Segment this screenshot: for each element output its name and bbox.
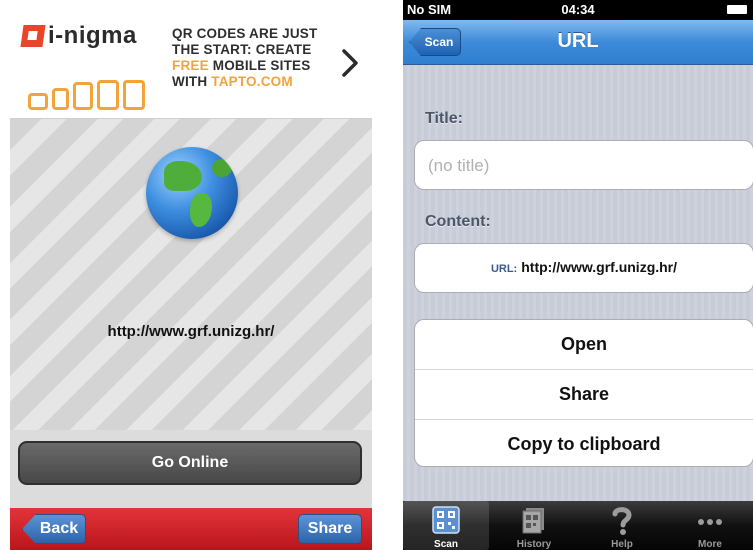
tab-help-label: Help <box>611 539 633 550</box>
tab-bar: Scan History Help More <box>403 501 753 550</box>
tab-scan[interactable]: Scan <box>403 501 489 550</box>
inigma-result-screen: i-nigma QR CODES ARE JUST THE START: CRE… <box>10 0 372 550</box>
help-icon <box>608 506 636 535</box>
promo-line-1: QR CODES ARE JUST <box>172 26 318 41</box>
title-field[interactable]: (no title) <box>414 140 753 190</box>
title-placeholder: (no title) <box>428 156 490 175</box>
page-title: URL <box>557 30 599 52</box>
tab-history-label: History <box>516 539 552 550</box>
promo-line-3: FREE MOBILE SITES <box>172 58 337 74</box>
content-field[interactable]: URL: http://www.grf.unizg.hr/ <box>414 243 753 293</box>
history-icon <box>520 506 548 534</box>
open-button[interactable]: Open <box>415 320 753 370</box>
result-area: http://www.grf.unizg.hr/ <box>10 119 372 430</box>
promo-line-4: WITH TAPTO.COM <box>172 74 337 90</box>
promo-brand: TAPTO.COM <box>211 74 293 89</box>
promo-with: WITH <box>172 74 212 89</box>
battery-icon <box>727 5 747 14</box>
promo-line-3-rest: MOBILE SITES <box>208 58 311 73</box>
promo-text: QR CODES ARE JUST THE START: CREATE FREE… <box>172 26 337 90</box>
inigma-logo: i-nigma <box>20 22 137 50</box>
promo-free-highlight: FREE <box>172 58 209 73</box>
tab-more-label: More <box>698 539 722 550</box>
action-list: Open Share Copy to clipboard <box>414 319 753 467</box>
tab-more[interactable]: More <box>667 501 753 550</box>
promo-line-2: THE START: CREATE <box>172 42 312 57</box>
tab-scan-label: Scan <box>434 539 458 550</box>
status-time: 04:34 <box>561 2 595 17</box>
url-value: http://www.grf.unizg.hr/ <box>521 259 678 275</box>
copy-to-clipboard-button[interactable]: Copy to clipboard <box>415 420 753 466</box>
title-label: Title: <box>425 110 463 127</box>
inigma-logo-text: i-nigma <box>48 22 137 49</box>
content-label: Content: <box>425 213 491 230</box>
promo-banner[interactable]: i-nigma QR CODES ARE JUST THE START: CRE… <box>10 0 372 119</box>
share-action-button[interactable]: Share <box>415 370 753 420</box>
go-online-button[interactable]: Go Online <box>18 441 362 485</box>
more-icon <box>696 506 724 534</box>
navigation-bar: Scan URL <box>403 20 753 65</box>
bottom-toolbar: Back Share <box>10 508 372 550</box>
mobile-devices-icon <box>28 80 145 110</box>
globe-icon <box>146 147 238 239</box>
tab-help[interactable]: Help <box>579 501 665 550</box>
content-value-row: URL: http://www.grf.unizg.hr/ <box>415 259 753 277</box>
back-button[interactable]: Back <box>22 514 86 544</box>
qr-scan-icon <box>432 506 460 534</box>
url-key-label: URL: <box>490 263 518 275</box>
scanned-url: http://www.grf.unizg.hr/ <box>107 323 275 340</box>
chevron-right-icon[interactable] <box>340 48 360 78</box>
status-bar: No SIM 04:34 <box>403 0 753 20</box>
tab-history[interactable]: History <box>491 501 577 550</box>
url-detail-screen: No SIM 04:34 Scan URL Title: (no title) … <box>403 0 753 550</box>
inigma-logo-mark-icon <box>20 25 46 47</box>
share-button[interactable]: Share <box>298 514 362 544</box>
